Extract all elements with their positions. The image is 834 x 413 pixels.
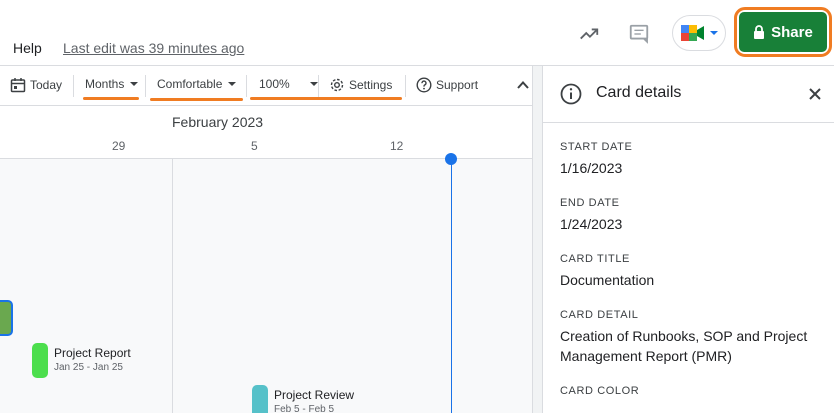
comment-icon[interactable] (624, 19, 654, 49)
settings-button[interactable]: Settings (329, 77, 392, 93)
timeline-view: February 2023 29 5 12 Project Report Jan… (0, 106, 532, 413)
card-detail-label: CARD DETAIL (560, 309, 639, 321)
density-label: Comfortable (157, 77, 223, 91)
card-title[interactable]: Project Report (54, 346, 131, 360)
today-marker-line (451, 159, 452, 413)
today-button[interactable]: Today (10, 77, 62, 93)
chevron-down-icon (228, 82, 237, 86)
card-title[interactable]: Project Review (274, 388, 354, 402)
panel-divider (532, 66, 542, 413)
gear-icon (330, 78, 344, 92)
card-title-value: Documentation (560, 272, 655, 288)
day-label: 12 (390, 139, 404, 153)
info-icon (560, 83, 582, 105)
menu-help[interactable]: Help (13, 40, 42, 56)
orange-underline-annotation (150, 98, 243, 101)
week-gridline (172, 159, 173, 413)
timeline-app: Help Last edit was 39 minutes ago Share (0, 0, 834, 413)
end-date-value: 1/24/2023 (560, 216, 623, 232)
settings-label: Settings (349, 78, 393, 92)
end-date-label: END DATE (560, 197, 620, 209)
card-bar[interactable] (32, 343, 48, 378)
calendar-icon (10, 78, 26, 93)
divider (318, 75, 319, 97)
panel-title: Card details (596, 84, 682, 101)
close-icon[interactable] (807, 86, 823, 102)
card-details-panel: Card details START DATE 1/16/2023 END DA… (542, 66, 834, 413)
divider (145, 75, 146, 97)
zoom-label: 100% (259, 77, 290, 91)
selected-card-bar[interactable] (0, 300, 13, 336)
chevron-down-icon (130, 82, 139, 86)
panel-header: Card details (543, 66, 834, 123)
divider (405, 75, 406, 97)
trending-icon[interactable] (574, 19, 604, 49)
meet-button[interactable] (672, 15, 726, 51)
card-color-label: CARD COLOR (560, 385, 640, 397)
support-button[interactable]: Support (416, 77, 478, 93)
day-label: 29 (112, 139, 126, 153)
day-label: 5 (251, 139, 258, 153)
meet-icon (681, 25, 704, 41)
share-button[interactable]: Share (739, 12, 827, 52)
card-date-range: Jan 25 - Jan 25 (54, 362, 123, 373)
last-edit-link[interactable]: Last edit was 39 minutes ago (63, 40, 244, 56)
top-bar: Help Last edit was 39 minutes ago Share (0, 0, 834, 66)
chevron-down-icon (309, 82, 318, 86)
card-date-range: Feb 5 - Feb 5 (274, 404, 335, 413)
chevron-up-icon (517, 81, 529, 89)
toolbar: Today Months Comfortable 100% Settings S… (0, 66, 541, 106)
months-label: Months (85, 77, 125, 91)
today-label: Today (30, 78, 63, 92)
divider (73, 75, 74, 97)
orange-underline-annotation (83, 97, 139, 100)
orange-underline-annotation (250, 97, 402, 100)
density-dropdown[interactable]: Comfortable (157, 77, 237, 91)
start-date-value: 1/16/2023 (560, 160, 623, 176)
chevron-down-icon (710, 31, 718, 35)
support-label: Support (436, 78, 479, 92)
collapse-toolbar-button[interactable] (516, 78, 530, 92)
month-label: February 2023 (172, 114, 264, 130)
start-date-label: START DATE (560, 141, 633, 153)
divider (246, 75, 247, 97)
today-marker-dot (445, 153, 457, 165)
timeline-header: February 2023 29 5 12 (0, 106, 532, 159)
zoom-dropdown[interactable]: 100% (259, 77, 318, 91)
card-detail-value: Creation of Runbooks, SOP and Project Ma… (560, 328, 808, 364)
months-dropdown[interactable]: Months (85, 77, 139, 91)
share-label: Share (771, 23, 813, 41)
help-circle-icon (416, 77, 432, 93)
lock-icon (754, 25, 765, 39)
card-title-label: CARD TITLE (560, 253, 630, 265)
card-bar[interactable] (252, 385, 268, 413)
